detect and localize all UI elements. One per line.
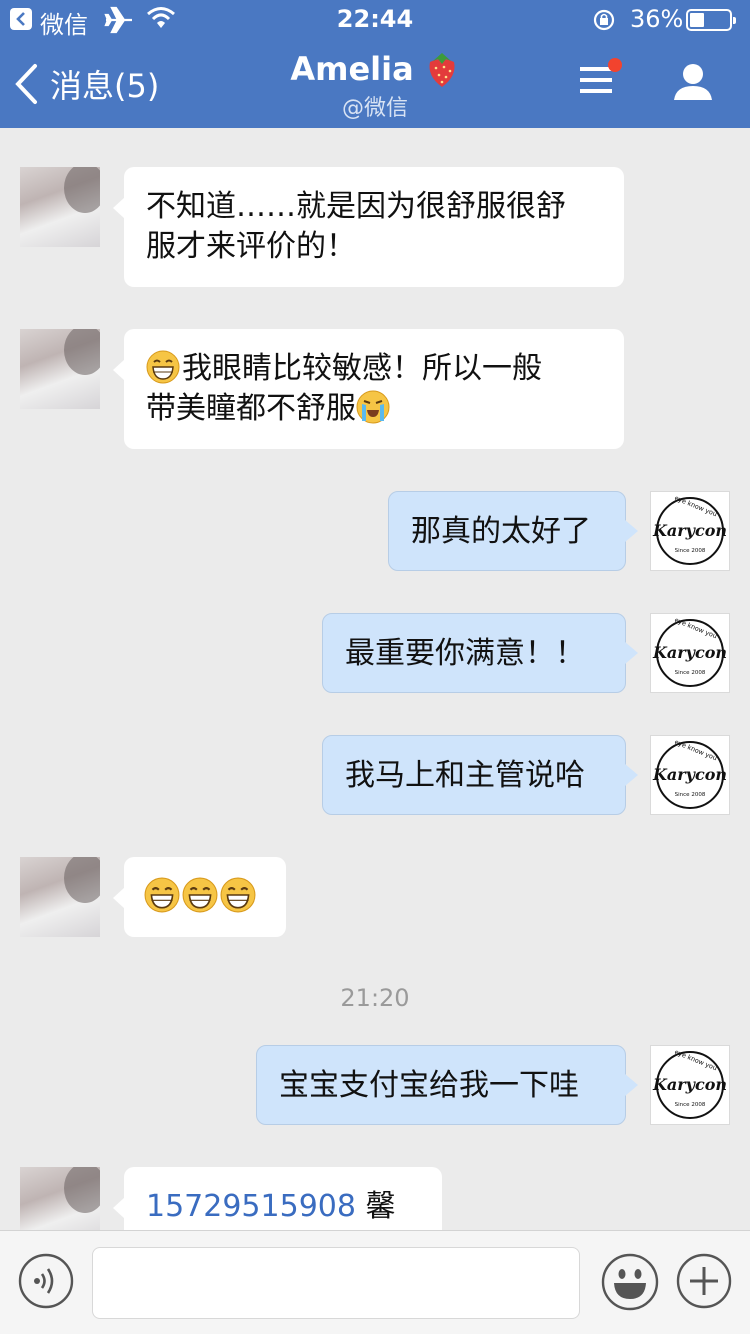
my-avatar[interactable]: Karycon eye know you Since 2008 <box>650 735 730 815</box>
notification-dot <box>608 58 622 72</box>
contact-avatar[interactable] <box>20 857 100 937</box>
chat-area[interactable]: 不知道……就是因为很舒服很舒 服才来评价的！ 我眼睛比较敏感！所以一般 带美瞳都… <box>0 128 750 1230</box>
strawberry-icon <box>429 53 455 87</box>
message-text: 宝宝支付宝给我一下哇 <box>279 1068 579 1103</box>
phone-number-link[interactable]: 15729515908 <box>146 1189 356 1224</box>
svg-text:Karycon: Karycon <box>652 521 727 540</box>
battery-level <box>690 13 704 27</box>
svg-text:Since 2008: Since 2008 <box>675 670 706 676</box>
battery-percent: 36% <box>630 5 684 33</box>
message-bubble-incoming[interactable] <box>113 857 286 937</box>
page-title: Amelia <box>290 50 414 88</box>
plus-icon <box>676 1253 732 1309</box>
grin-emoji <box>146 350 180 384</box>
emoji-button[interactable] <box>601 1253 659 1311</box>
message-bubble-outgoing[interactable]: 最重要你满意！！ <box>322 613 638 693</box>
top-bar: 微信 22:44 36% 消息(5) Amelia @微信 <box>0 0 750 128</box>
message-bubble-outgoing[interactable]: 那真的太好了 <box>388 491 638 571</box>
message-bubble-outgoing[interactable]: 宝宝支付宝给我一下哇 <box>256 1045 638 1125</box>
contact-avatar[interactable] <box>20 329 100 409</box>
my-avatar[interactable]: Karycon eye know you Since 2008 <box>650 491 730 571</box>
message-text: 最重要你满意！！ <box>345 636 585 671</box>
my-avatar[interactable]: Karycon eye know you Since 2008 <box>650 613 730 693</box>
message-text: 那真的太好了 <box>411 514 591 549</box>
input-bar <box>0 1230 750 1334</box>
message-bubble-incoming[interactable]: 不知道……就是因为很舒服很舒 服才来评价的！ <box>113 167 624 287</box>
svg-text:Since 2008: Since 2008 <box>675 1102 706 1108</box>
voice-icon <box>18 1253 74 1309</box>
svg-text:Since 2008: Since 2008 <box>675 548 706 554</box>
chat-subtitle: @微信 <box>341 96 408 121</box>
karycon-logo: Karycon eye know you Since 2008 <box>652 1048 727 1119</box>
message-text: 我眼睛比较敏感！所以一般 <box>182 351 542 386</box>
message-text: 我马上和主管说哈 <box>345 758 585 793</box>
contact-avatar[interactable] <box>20 167 100 247</box>
status-bar: 微信 22:44 36% <box>0 0 750 40</box>
svg-text:Karycon: Karycon <box>652 765 727 784</box>
message-text: 带美瞳都不舒服 <box>146 391 356 426</box>
svg-text:Karycon: Karycon <box>652 643 727 662</box>
contact-profile-button[interactable] <box>672 62 714 104</box>
grin-emoji <box>144 877 180 913</box>
person-icon <box>674 64 712 100</box>
rotation-lock-icon <box>593 9 615 31</box>
more-options-button[interactable] <box>676 1253 732 1309</box>
battery-icon <box>686 9 736 31</box>
message-bubble-incoming[interactable]: 15729515908 馨月 <box>113 1167 442 1230</box>
message-bubble-outgoing[interactable]: 我马上和主管说哈 <box>322 735 638 815</box>
message-line: 不知道……就是因为很舒服很舒 <box>146 189 566 224</box>
voice-input-button[interactable] <box>18 1253 74 1309</box>
svg-text:Karycon: Karycon <box>652 1075 727 1094</box>
svg-text:Since 2008: Since 2008 <box>675 792 706 798</box>
crying-emoji <box>356 390 390 424</box>
grin-emoji <box>220 877 256 913</box>
message-bubble-incoming[interactable]: 我眼睛比较敏感！所以一般 带美瞳都不舒服 <box>113 329 624 449</box>
menu-button[interactable] <box>578 58 622 102</box>
contact-avatar[interactable] <box>20 1167 100 1230</box>
grin-emoji <box>182 877 218 913</box>
message-line: 服才来评价的！ <box>146 229 356 264</box>
karycon-logo: Karycon eye know you Since 2008 <box>652 738 727 809</box>
chat-title-block: Amelia @微信 <box>0 50 750 122</box>
karycon-logo: Karycon eye know you Since 2008 <box>652 616 727 687</box>
karycon-logo: Karycon eye know you Since 2008 <box>652 494 727 565</box>
my-avatar[interactable]: Karycon eye know you Since 2008 <box>650 1045 730 1125</box>
time-separator: 21:20 <box>340 984 410 1012</box>
message-input[interactable] <box>92 1247 580 1319</box>
smiley-icon <box>601 1253 659 1311</box>
